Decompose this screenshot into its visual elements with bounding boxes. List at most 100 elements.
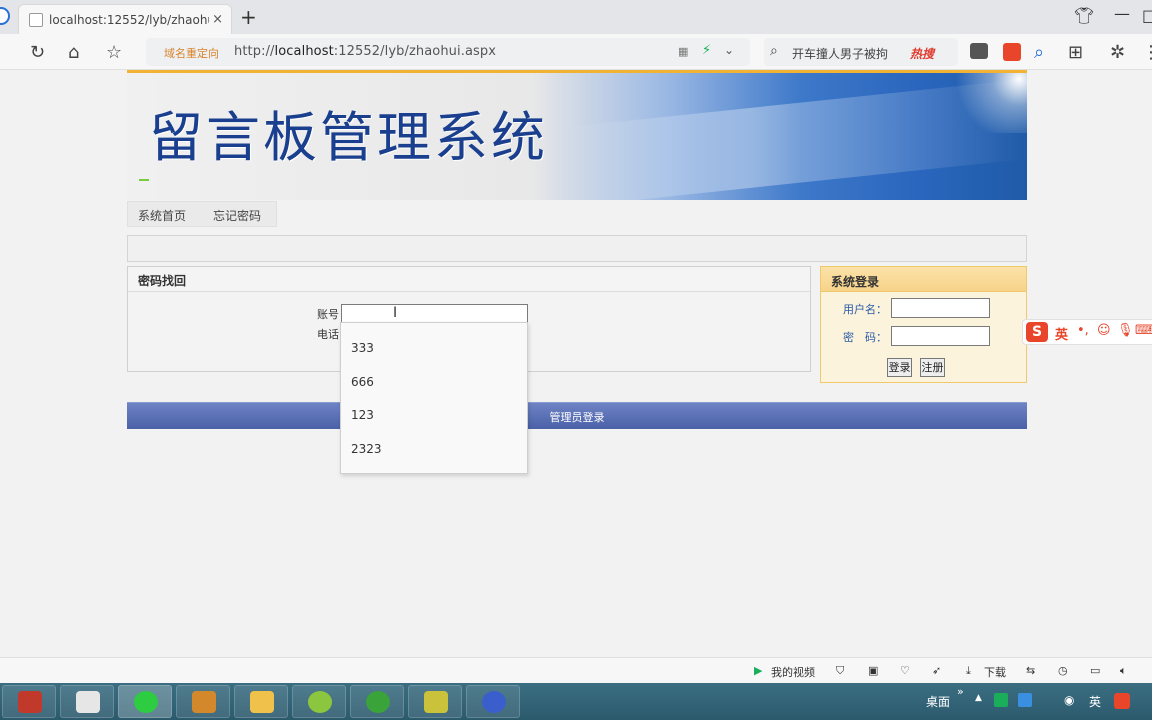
taskbar-app-8[interactable]: [408, 685, 462, 718]
wechat-icon[interactable]: ◉: [1064, 693, 1074, 707]
folder-icon: [250, 691, 274, 713]
admin-login-bar[interactable]: 管理员登录: [127, 402, 1027, 429]
site-menu: 系统首页 忘记密码: [127, 201, 277, 227]
keyboard-icon[interactable]: ⌨: [1135, 323, 1152, 338]
text-cursor-icon: Ι: [393, 305, 398, 321]
home-icon[interactable]: ⌂: [68, 42, 79, 63]
taskbar-app-1[interactable]: [2, 685, 56, 718]
panel-title: 密码找回: [138, 274, 187, 288]
autocomplete-option[interactable]: 333: [351, 341, 374, 355]
heart-icon[interactable]: ♡: [900, 664, 910, 677]
qr-icon[interactable]: ▦: [678, 45, 688, 58]
maximize-button[interactable]: □: [1142, 6, 1152, 25]
register-button[interactable]: 注册: [920, 358, 945, 377]
autocomplete-option[interactable]: 666: [351, 375, 374, 389]
menu-item-forgot-password[interactable]: 忘记密码: [213, 207, 261, 224]
address-bar[interactable]: 域名重定向 http://localhost:12552/lyb/zhaohui…: [146, 38, 750, 66]
taskbar-app-6[interactable]: [292, 685, 346, 718]
username-label: 用户名：: [843, 303, 887, 316]
desktop-label[interactable]: 桌面: [926, 693, 950, 710]
download-icon[interactable]: ⤓: [966, 664, 971, 678]
history-icon[interactable]: ◷: [1058, 664, 1068, 677]
tab-title: localhost:12552/lyb/zhaohui.a: [49, 13, 209, 27]
sogou-logo-icon: S: [1026, 322, 1048, 342]
os-taskbar: 桌面 » ▲ ◉ 英: [0, 683, 1152, 720]
rocket-icon[interactable]: ➶: [932, 664, 941, 677]
minimize-button[interactable]: —: [1114, 4, 1130, 23]
password-input[interactable]: [891, 326, 990, 346]
paw-icon: [366, 691, 390, 713]
taskbar-app-3[interactable]: [118, 685, 172, 718]
taskbar-app-9[interactable]: [466, 685, 520, 718]
volume-icon[interactable]: 🔈︎: [1120, 664, 1127, 678]
tools-icon: [424, 691, 448, 713]
download-label[interactable]: 下载: [984, 664, 1006, 680]
menu-icon[interactable]: ⋮: [1142, 42, 1152, 63]
account-input[interactable]: [341, 304, 528, 324]
browser-statusbar: ▶ 我的视频 ⛉ ▣ ♡ ➶ ⤓ 下载 ⇆ ◷ ▭ 🔈︎: [0, 657, 1152, 683]
new-tab-button[interactable]: +: [240, 5, 257, 29]
ime-language-label[interactable]: 英: [1055, 324, 1072, 343]
tray-lang-label[interactable]: 英: [1089, 693, 1101, 710]
login-button[interactable]: 登录: [887, 358, 912, 377]
password-label: 密 码：: [843, 331, 887, 344]
search-suggestion: 开车撞人男子被拘: [792, 47, 889, 61]
sogou-tray-icon[interactable]: [1114, 693, 1130, 709]
emoji-icon[interactable]: ☺: [1097, 323, 1111, 338]
info-bar: [127, 235, 1027, 262]
search-icon: ⌕: [770, 43, 778, 59]
site-banner: 留言板管理系统: [127, 70, 1027, 200]
tray-star-icon[interactable]: [1018, 693, 1032, 707]
admin-login-link[interactable]: 管理员登录: [127, 409, 1027, 425]
login-panel: 系统登录 用户名： 密 码： 登录 注册: [820, 266, 1027, 383]
browser-logo-icon: [0, 7, 10, 25]
taskbar-app-2[interactable]: [60, 685, 114, 718]
lightning-icon[interactable]: ⚡: [702, 43, 711, 58]
autocomplete-dropdown: 333 666 123 2323: [340, 322, 528, 474]
punctuation-icon[interactable]: •,: [1077, 323, 1089, 338]
login-title: 系统登录: [831, 275, 880, 289]
browser-tab-strip: localhost:12552/lyb/zhaohui.a × + 👕︎ — □: [0, 0, 1152, 34]
book-icon: [192, 691, 216, 713]
autocomplete-option[interactable]: 123: [351, 408, 374, 422]
tray-expand-icon[interactable]: ▲: [975, 693, 982, 703]
image-icon[interactable]: ▣: [868, 664, 878, 677]
settings-gear-icon[interactable]: ✲: [1110, 42, 1125, 63]
shield-icon[interactable]: ⛉: [836, 664, 844, 678]
account-label: 账号: [317, 308, 339, 321]
phone-label: 电话: [317, 328, 339, 341]
browser-tab[interactable]: localhost:12552/lyb/zhaohui.a ×: [18, 4, 232, 34]
notebook-icon: [18, 691, 42, 713]
page-favicon-icon: [29, 13, 43, 27]
taskbar-app-5[interactable]: [234, 685, 288, 718]
url-text: http://localhost:12552/lyb/zhaohui.aspx: [234, 44, 497, 59]
reader-icon[interactable]: [970, 43, 988, 59]
site-title: 留言板管理系统: [149, 106, 548, 169]
bookmark-star-icon[interactable]: ☆: [106, 42, 122, 63]
ime-toolbar[interactable]: S 英 •, ☺ 🎙︎ ⌨: [1022, 319, 1152, 345]
microphone-icon[interactable]: 🎙︎: [1117, 323, 1134, 338]
hot-search-label[interactable]: 热搜: [910, 45, 934, 62]
video-icon: ▶: [754, 664, 763, 677]
reload-icon[interactable]: ↻: [30, 42, 45, 63]
chevron-right-icon[interactable]: »: [957, 685, 964, 698]
autocomplete-option[interactable]: 2323: [351, 442, 382, 456]
infinity-icon: [482, 691, 506, 713]
my-video-link[interactable]: 我的视频: [771, 664, 815, 680]
apps-grid-icon[interactable]: ⊞: [1068, 42, 1083, 63]
sync-icon[interactable]: ⇆: [1026, 664, 1035, 677]
browser-toolbar: › ↻ ⌂ ☆ 域名重定向 http://localhost:12552/lyb…: [0, 34, 1152, 70]
browser-app-icon: [134, 691, 158, 713]
taskbar-app-7[interactable]: [350, 685, 404, 718]
chevron-down-icon[interactable]: ⌄: [724, 43, 734, 57]
search-box[interactable]: ⌕ 开车撞人男子被拘 热搜: [764, 38, 958, 66]
tab-close-icon[interactable]: ×: [212, 12, 223, 27]
taskbar-app-4[interactable]: [176, 685, 230, 718]
find-icon[interactable]: ⌕: [1034, 42, 1044, 63]
tray-app-icon[interactable]: [994, 693, 1008, 707]
username-input[interactable]: [891, 298, 990, 318]
skin-icon[interactable]: 👕︎: [1074, 6, 1094, 25]
extension-icon[interactable]: [1003, 43, 1021, 61]
menu-item-home[interactable]: 系统首页: [138, 207, 186, 224]
window-icon[interactable]: ▭: [1090, 664, 1100, 677]
